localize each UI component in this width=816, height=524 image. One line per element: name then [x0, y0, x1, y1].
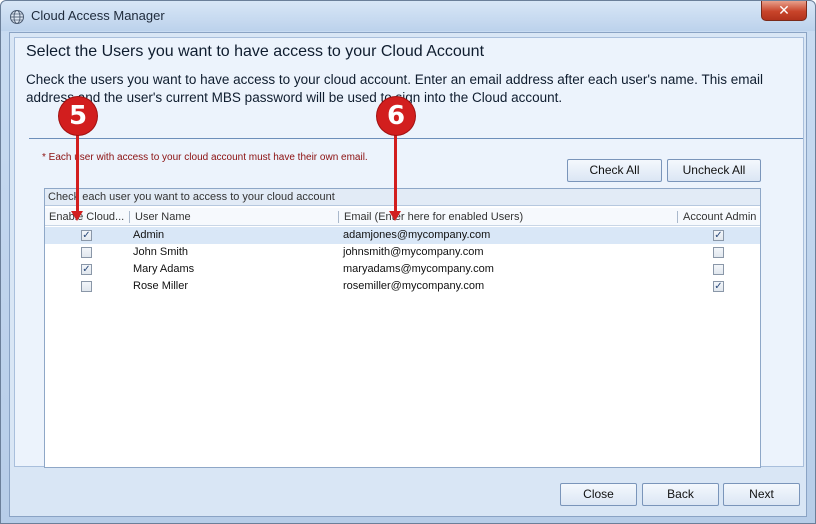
table-row[interactable]: John Smith johnsmith@mycompany.com	[45, 244, 760, 261]
callout-badge-5: 5	[59, 97, 97, 135]
page-title: Select the Users you want to have access…	[26, 43, 485, 60]
enable-cloud-checkbox[interactable]: ✓	[81, 230, 92, 241]
separator-line	[29, 138, 803, 139]
user-name-cell: John Smith	[133, 246, 189, 258]
close-button[interactable]: Close	[560, 483, 637, 506]
enable-cloud-checkbox[interactable]	[81, 247, 92, 258]
user-name-cell: Admin	[133, 229, 165, 241]
column-header-user-name[interactable]: User Name	[131, 208, 336, 226]
enable-cloud-checkbox[interactable]	[81, 281, 92, 292]
account-admin-checkbox[interactable]	[713, 247, 724, 258]
uncheck-all-button[interactable]: Uncheck All	[667, 159, 761, 182]
column-header-account-admin[interactable]: Account Admin	[679, 208, 761, 226]
column-header-enable-cloud[interactable]: Enable Cloud...	[45, 208, 128, 226]
back-button[interactable]: Back	[642, 483, 719, 506]
email-requirement-note: * Each user with access to your cloud ac…	[42, 152, 368, 163]
callout-badge-6: 6	[377, 97, 415, 135]
instructions-text: Check the users you want to have access …	[26, 72, 763, 105]
callout-arrow-5	[76, 135, 79, 212]
window-close-button[interactable]: ✕	[761, 1, 807, 21]
check-all-button[interactable]: Check All	[567, 159, 662, 182]
users-grid: Check each user you want to access to yo…	[44, 188, 761, 468]
email-input-cell[interactable]: maryadams@mycompany.com	[343, 261, 494, 278]
title-bar[interactable]: Cloud Access Manager ✕	[1, 1, 815, 31]
enable-cloud-checkbox[interactable]: ✓	[81, 264, 92, 275]
email-input-cell[interactable]: johnsmith@mycompany.com	[343, 244, 484, 261]
grid-caption: Check each user you want to access to yo…	[45, 189, 760, 206]
callout-arrowhead-6	[389, 211, 401, 221]
email-input-cell[interactable]: rosemiller@mycompany.com	[343, 278, 484, 295]
account-admin-checkbox[interactable]: ✓	[713, 281, 724, 292]
column-divider[interactable]	[129, 211, 130, 223]
account-admin-checkbox[interactable]: ✓	[713, 230, 724, 241]
window-title: Cloud Access Manager	[31, 8, 165, 23]
account-admin-checkbox[interactable]	[713, 264, 724, 275]
globe-icon	[10, 10, 24, 24]
next-button[interactable]: Next	[723, 483, 800, 506]
table-row[interactable]: ✓ Admin adamjones@mycompany.com ✓	[45, 227, 760, 244]
user-name-cell: Rose Miller	[133, 280, 189, 292]
column-divider[interactable]	[677, 211, 678, 223]
user-name-cell: Mary Adams	[133, 263, 195, 275]
column-divider[interactable]	[338, 211, 339, 223]
table-row[interactable]: Rose Miller rosemiller@mycompany.com ✓	[45, 278, 760, 295]
application-window: Cloud Access Manager ✕ Select the Users …	[0, 0, 816, 524]
table-row[interactable]: ✓ Mary Adams maryadams@mycompany.com	[45, 261, 760, 278]
callout-arrowhead-5	[71, 211, 83, 221]
callout-arrow-6	[394, 135, 397, 212]
email-input-cell[interactable]: adamjones@mycompany.com	[343, 227, 490, 244]
grid-header: Enable Cloud... User Name Email (Enter h…	[45, 208, 760, 226]
